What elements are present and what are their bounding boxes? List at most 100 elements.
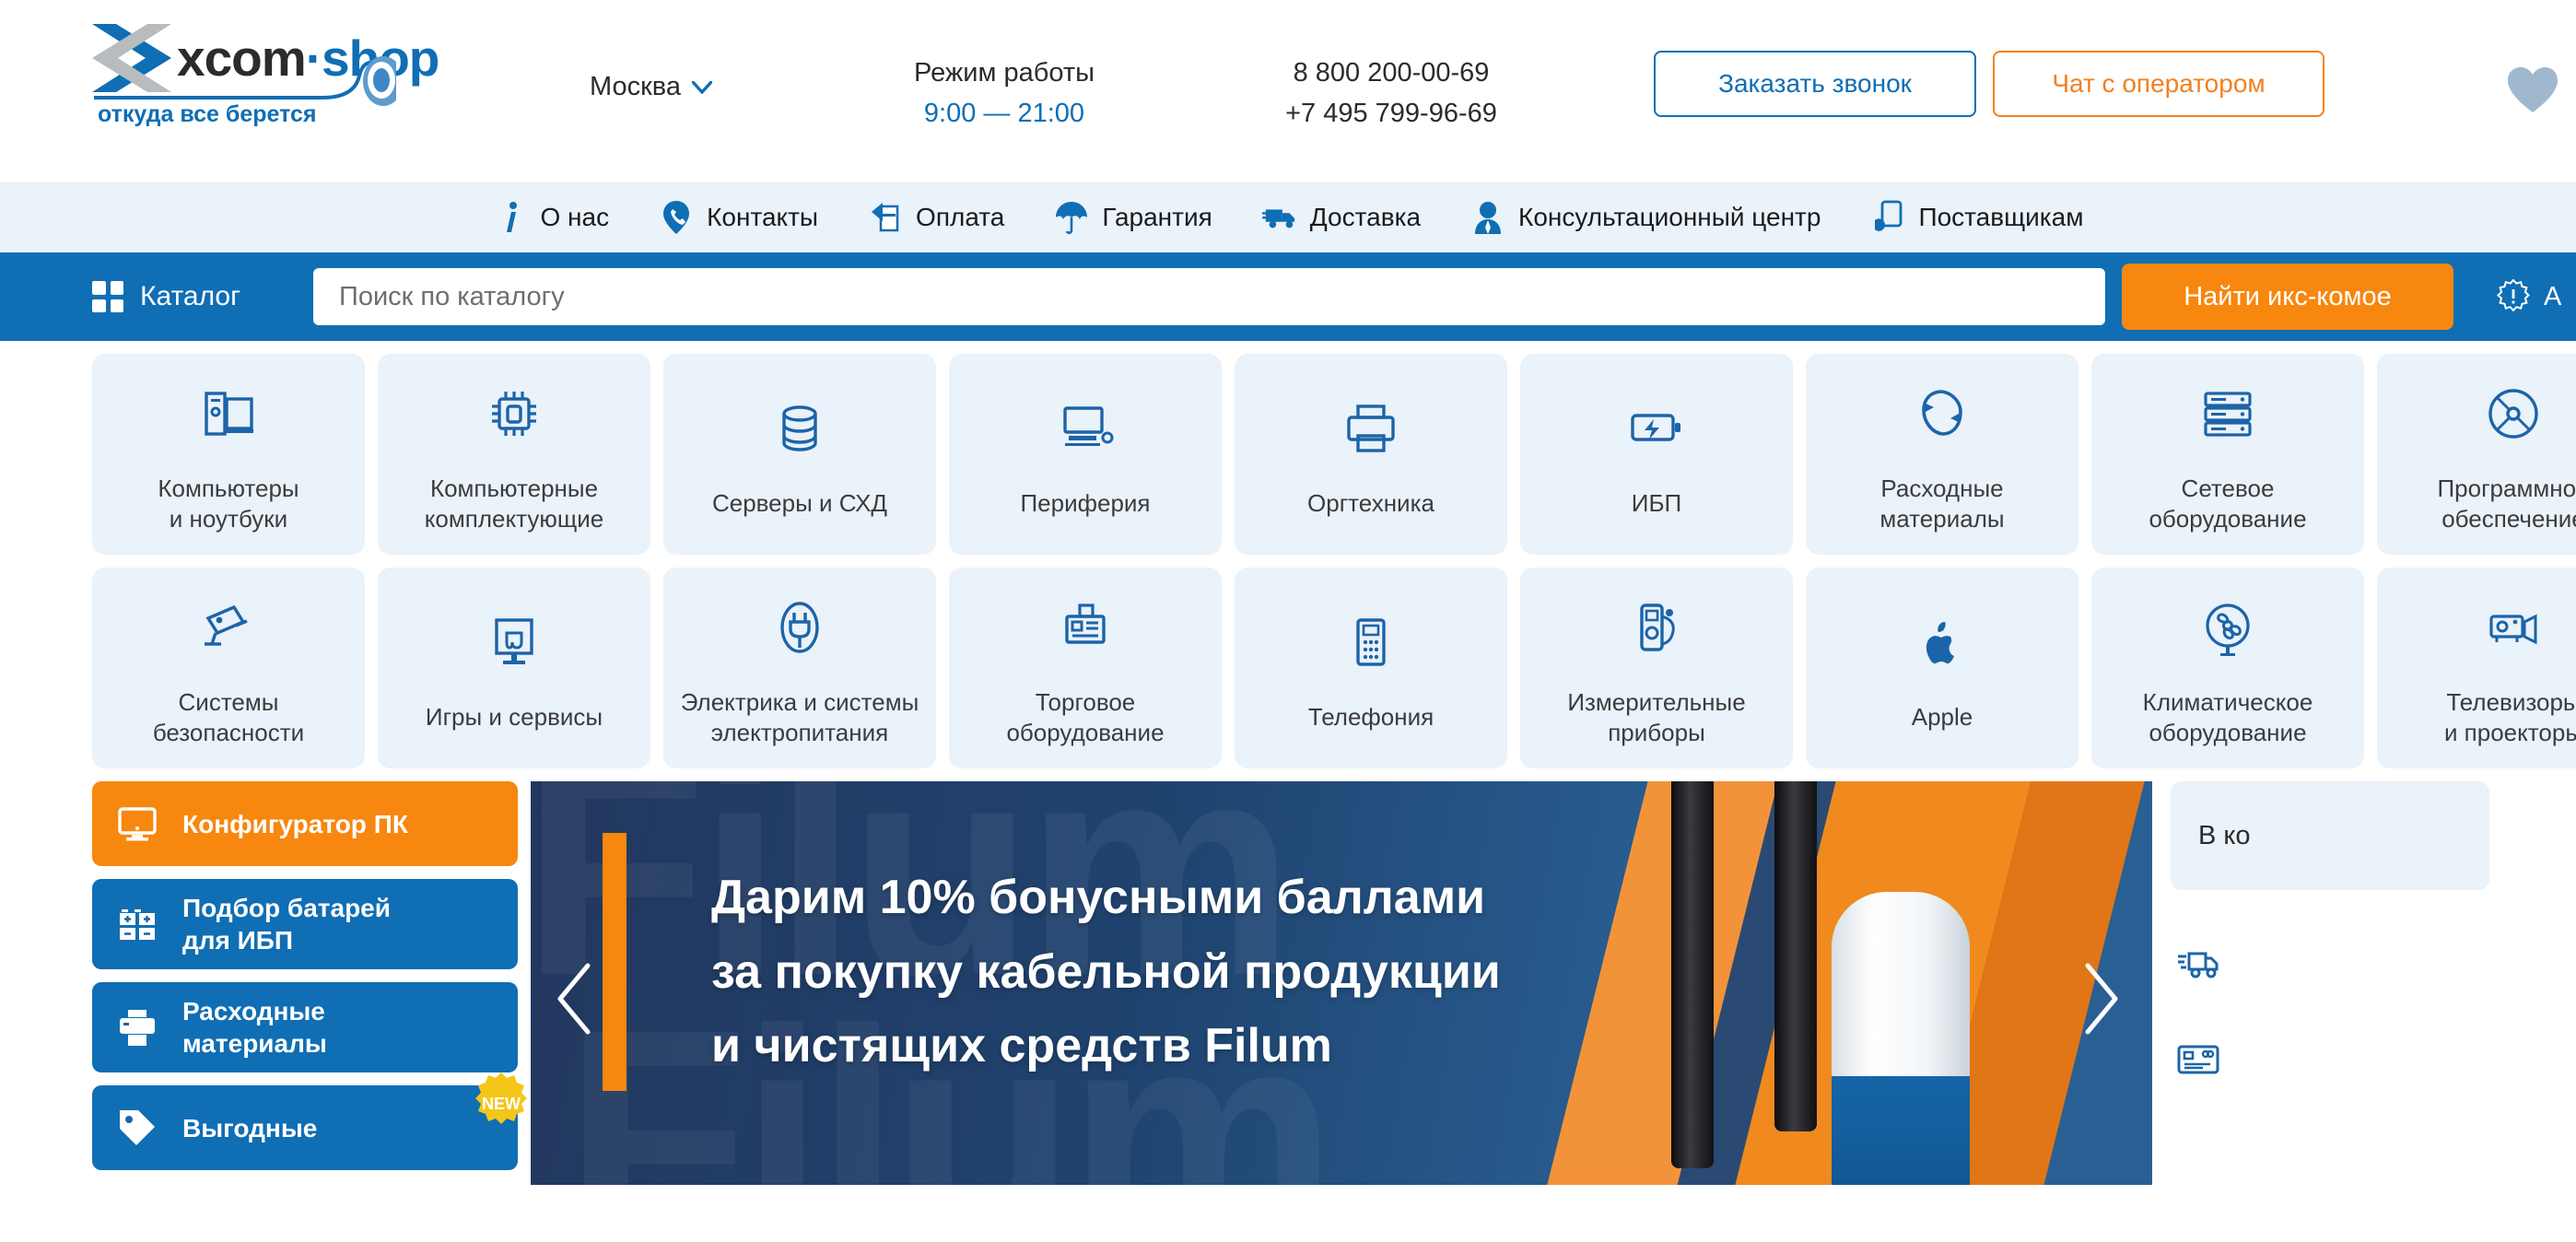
category-label-line1: Игры и сервисы [425, 703, 603, 732]
grid-icon [92, 281, 123, 312]
support-agent-icon [1470, 200, 1505, 235]
nav-label: Контакты [707, 203, 819, 231]
nav-item-payment[interactable]: Оплата [868, 200, 1004, 235]
category-tile-games[interactable]: Игры и сервисы [378, 568, 650, 768]
heart-icon[interactable] [2506, 66, 2559, 114]
category-tile-network[interactable]: Сетевое оборудование [2091, 354, 2364, 555]
quick-link-label-line1: Подбор батарей [182, 894, 391, 922]
phone-numbers[interactable]: 8 800 200-00-69 +7 495 799-96-69 [1271, 53, 1511, 134]
banner-line-3: и чистящих средств Filum [711, 1019, 1332, 1073]
quick-link-label-line2: для ИБП [182, 926, 294, 955]
handshake-device-icon [1870, 200, 1905, 235]
category-tile-retail-equipment[interactable]: Торговое оборудование [949, 568, 1222, 768]
product-cable-2 [1774, 781, 1817, 1131]
category-tile-measuring-devices[interactable]: Измерительные приборы [1520, 568, 1793, 768]
right-info-card[interactable]: В ко [2171, 781, 2489, 890]
phone-secondary[interactable]: +7 495 799-96-69 [1271, 94, 1511, 135]
promo-banner[interactable]: Filum Filum Дарим 10% бонусными баллами … [531, 781, 2152, 1185]
category-label-line2: оборудование [2149, 719, 2307, 746]
search-input[interactable] [313, 268, 2105, 325]
nav-label: Доставка [1309, 203, 1422, 231]
quick-link-deals[interactable]: Выгодные NEW [92, 1072, 527, 1170]
nav-item-about[interactable]: О нас [493, 200, 610, 235]
banner-line-1: Дарим 10% бонусными баллами [711, 871, 1486, 924]
search-submit-button[interactable]: Найти икс-комое [2122, 264, 2453, 330]
nav-item-consulting-center[interactable]: Консультационный центр [1470, 200, 1821, 235]
category-label-line1: Телевизоры [2446, 687, 2576, 716]
order-call-button[interactable]: Заказать звонок [1654, 51, 1976, 117]
category-label-line2: материалы [1879, 505, 2005, 533]
product-bottle-label [1832, 1076, 1970, 1185]
category-tile-components[interactable]: Компьютерные комплектующие [378, 354, 650, 555]
category-tile-software[interactable]: Программное обеспечение [2377, 354, 2576, 555]
quick-link-pc-configurator[interactable]: Конфигуратор ПК [92, 781, 518, 866]
category-label-line1: Торговое [1035, 687, 1136, 716]
logo-mouse-decoration-icon [92, 53, 396, 106]
product-cable-1 [1671, 781, 1714, 1168]
category-label-line1: Расходные [1880, 474, 2004, 502]
category-tile-electrics[interactable]: Электрика и системы электропитания [663, 568, 936, 768]
monitor-icon [116, 803, 158, 845]
quick-links-sidebar: Конфигуратор ПК Подбор батарей для ИБП Ра… [92, 781, 527, 1185]
category-label-line1: Сетевое [2181, 474, 2275, 502]
pos-terminal-icon [1052, 588, 1118, 667]
category-label-line1: Компьютерные [429, 474, 599, 502]
category-label-line1: Измерительные [1567, 687, 1746, 716]
category-tile-ups[interactable]: ИБП [1520, 354, 1793, 555]
operator-chat-button[interactable]: Чат с оператором [1993, 51, 2324, 117]
delivery-truck-icon [2176, 942, 2220, 986]
category-label-line2: и проекторы [2443, 719, 2576, 746]
info-icon [493, 200, 528, 235]
sale-badge-link[interactable]: А [2496, 279, 2561, 314]
category-row-1: Компьютеры и ноутбуки Компьютерные комплек… [92, 354, 2576, 555]
category-label-line2: комплектующие [424, 505, 604, 533]
map-pin-phone-icon [659, 200, 694, 235]
category-tile-climate[interactable]: Климатическое оборудование [2091, 568, 2364, 768]
new-badge: NEW [468, 1071, 534, 1137]
category-tile-computers[interactable]: Компьютеры и ноутбуки [92, 354, 365, 555]
quick-link-label-line1: Конфигуратор ПК [182, 809, 408, 838]
power-plug-icon [767, 588, 833, 667]
category-label-line2: безопасности [152, 719, 305, 746]
page-root: xcom·shop откуда все берется Москва Режи… [0, 0, 2576, 1242]
nav-item-warranty[interactable]: Гарантия [1054, 200, 1212, 235]
chevron-left-icon[interactable] [551, 962, 599, 1036]
category-tile-servers[interactable]: Серверы и СХД [663, 354, 936, 555]
printer-icon [116, 1006, 158, 1049]
banner-text: Дарим 10% бонусными баллами за покупку к… [711, 861, 1501, 1084]
city-label: Москва [590, 72, 682, 101]
category-label-line1: Телефония [1307, 703, 1434, 732]
category-label-line1: Серверы и СХД [711, 489, 888, 518]
chevron-right-icon[interactable] [2077, 962, 2125, 1036]
site-logo[interactable]: xcom·shop откуда все берется [92, 22, 461, 160]
category-label-line1: Электрика и системы [680, 687, 919, 716]
right-info-item-payment[interactable] [2171, 1037, 2489, 1082]
nav-item-suppliers[interactable]: Поставщикам [1870, 200, 2084, 235]
nav-item-delivery[interactable]: Доставка [1261, 200, 1422, 235]
nav-item-contacts[interactable]: Контакты [659, 200, 818, 235]
info-navbar: О нас Контакты Оплата Гарантия Доставка [0, 182, 2576, 252]
category-label-line1: Периферия [1020, 489, 1151, 518]
working-hours-value: 9:00 — 21:00 [923, 98, 1085, 128]
quick-link-ups-battery-picker[interactable]: Подбор батарей для ИБП [92, 879, 518, 969]
catalog-button[interactable]: Каталог [92, 281, 313, 312]
lower-section: Конфигуратор ПК Подбор батарей для ИБП Ра… [0, 781, 2576, 1185]
phone-primary[interactable]: 8 800 200-00-69 [1271, 53, 1511, 94]
category-tile-office-equipment[interactable]: Оргтехника [1235, 354, 1507, 555]
nav-label: О нас [540, 203, 610, 231]
category-tile-telephony[interactable]: Телефония [1235, 568, 1507, 768]
category-tile-security[interactable]: Системы безопасности [92, 568, 365, 768]
category-label-line1: ИБП [1631, 489, 1682, 518]
category-tile-tv-projectors[interactable]: Телевизоры и проекторы [2377, 568, 2576, 768]
category-tile-consumables[interactable]: Расходные материалы [1806, 354, 2078, 555]
tv-projector-icon [2480, 588, 2547, 667]
category-tile-peripherals[interactable]: Периферия [949, 354, 1222, 555]
cpu-chip-icon [481, 374, 547, 453]
category-tile-apple[interactable]: Apple [1806, 568, 2078, 768]
quick-link-label-line1: Расходные [182, 997, 325, 1025]
right-info-item-delivery[interactable] [2171, 942, 2489, 986]
battery-grid-icon [116, 903, 158, 945]
city-selector[interactable]: Москва [590, 72, 713, 102]
printer-icon [1338, 389, 1404, 468]
quick-link-consumables[interactable]: Расходные материалы [92, 982, 518, 1072]
